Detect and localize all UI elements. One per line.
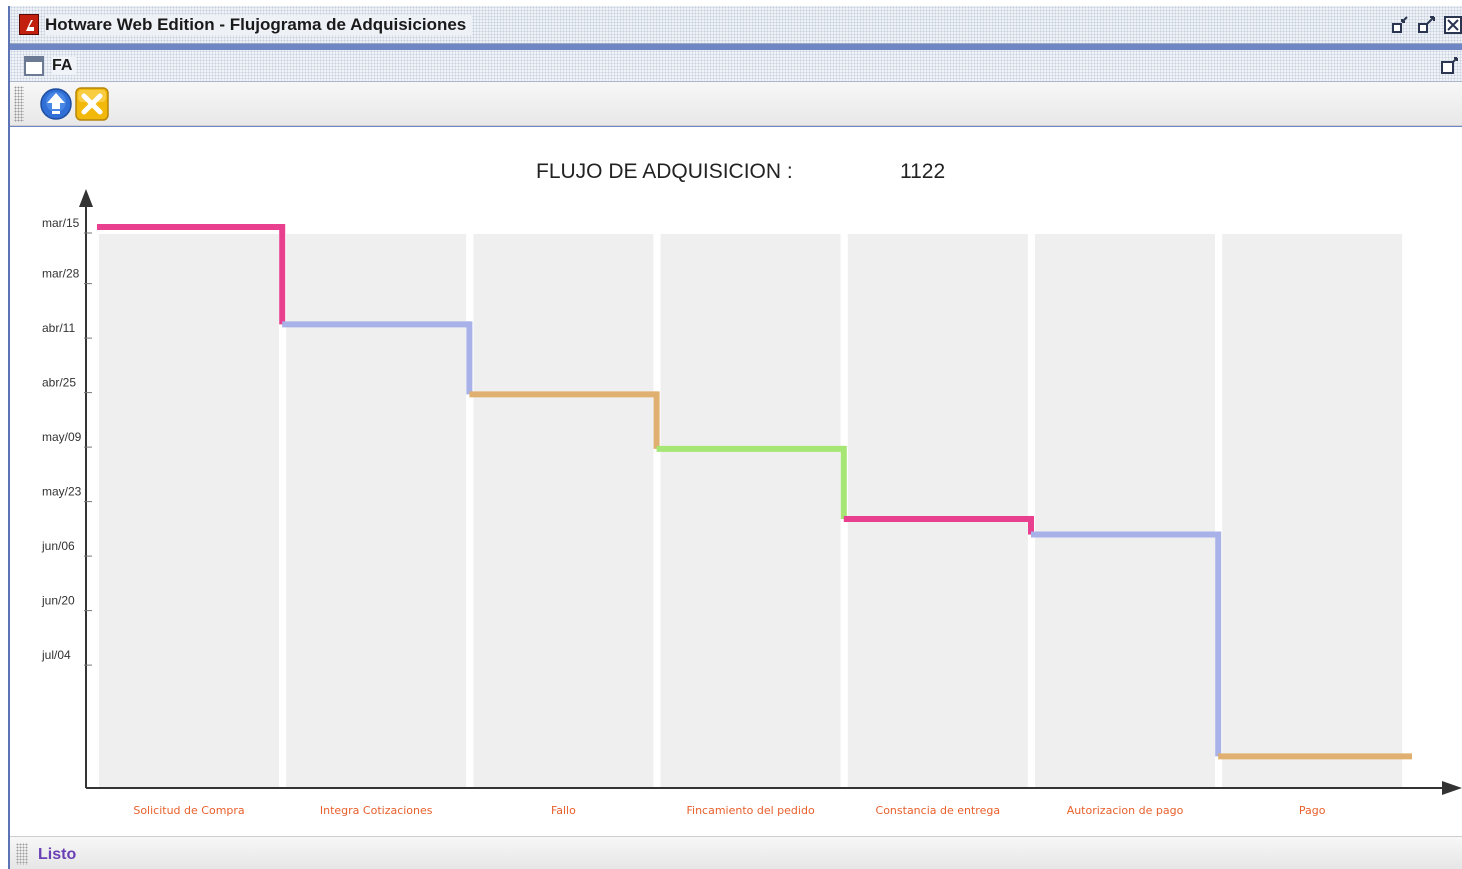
y-tick-label: abr/25 (42, 376, 76, 390)
stage-column (660, 234, 841, 787)
status-bar: Listo (10, 836, 1462, 869)
window-titlebar[interactable]: Hotware Web Edition - Flujograma de Adqu… (10, 6, 1462, 44)
status-text: Listo (38, 846, 77, 863)
application-window: Hotware Web Edition - Flujograma de Adqu… (8, 6, 1462, 869)
y-tick-label: jul/04 (41, 648, 71, 662)
internal-frame-titlebar[interactable]: FA (10, 50, 1462, 82)
y-axis-arrow (79, 189, 93, 207)
acquisition-flow-chart: mar/15 mar/28 abr/11 abr/25 may/09 may/23 jun/… (41, 189, 1462, 817)
x-axis-arrow (1442, 781, 1462, 795)
window-title: Hotware Web Edition - Flujograma de Adqu… (45, 15, 473, 35)
stage-column (286, 234, 467, 787)
toolbar-grip[interactable] (14, 86, 24, 122)
stage-label: Fincamiento del pedido (686, 804, 814, 817)
y-tick-label: mar/28 (42, 267, 80, 281)
stage-label: Fallo (551, 804, 576, 817)
y-tick-label: abr/11 (42, 321, 75, 335)
stage-label: Pago (1299, 804, 1326, 817)
stage-column (473, 234, 654, 787)
stage-column (1222, 234, 1403, 787)
y-tick-label: jun/20 (41, 594, 75, 608)
stage-label: Autorizacion de pago (1067, 804, 1184, 817)
close-window-icon[interactable] (1442, 14, 1462, 36)
minimize-icon[interactable] (1390, 14, 1412, 36)
y-tick-label: may/09 (42, 430, 82, 444)
frame-title: FA (52, 57, 77, 75)
hotware-logo-icon (19, 14, 39, 35)
stage-column (1035, 234, 1215, 787)
upload-arrow-icon[interactable] (39, 87, 73, 121)
y-tick-label: may/23 (42, 485, 82, 499)
stage-label: Integra Cotizaciones (320, 804, 433, 817)
chart-panel: FLUJO DE ADQUISICION : 1122 mar/15 mar/28… (10, 127, 1462, 836)
stage-label: Constancia de entrega (876, 804, 1001, 817)
stage-column (847, 234, 1028, 787)
frame-maximize-icon[interactable] (1440, 56, 1460, 76)
stage-label: Solicitud de Compra (133, 804, 244, 817)
maximize-icon[interactable] (1416, 14, 1438, 36)
toolbar (10, 82, 1462, 126)
status-grip (16, 843, 28, 865)
frame-window-icon (24, 56, 44, 76)
y-tick-label: jun/06 (41, 539, 75, 553)
y-tick-label: mar/15 (42, 216, 80, 230)
stage-column (99, 234, 279, 787)
close-x-icon[interactable] (75, 87, 109, 121)
